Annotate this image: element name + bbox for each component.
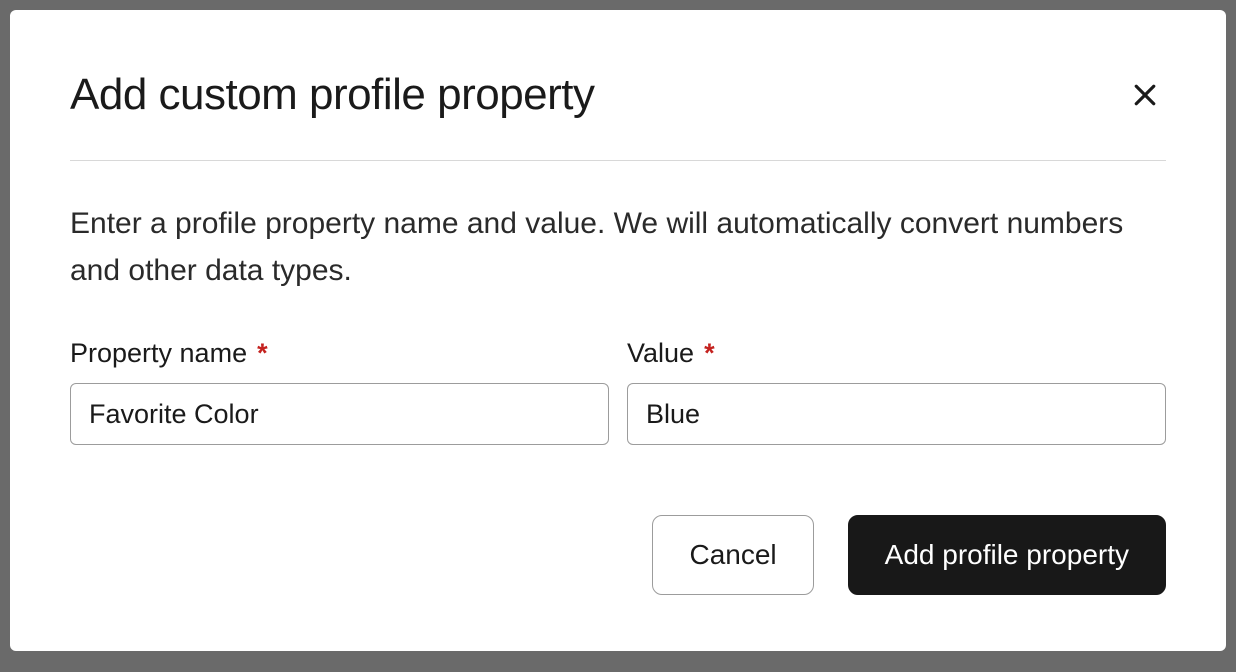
value-label: Value * xyxy=(627,338,1166,369)
modal-footer: Cancel Add profile property xyxy=(70,515,1166,595)
close-button[interactable] xyxy=(1124,74,1166,116)
modal-description: Enter a profile property name and value.… xyxy=(70,201,1166,294)
add-profile-property-button[interactable]: Add profile property xyxy=(848,515,1166,595)
property-name-label-text: Property name xyxy=(70,338,247,369)
required-asterisk-icon: * xyxy=(257,338,268,369)
property-name-label: Property name * xyxy=(70,338,609,369)
form-row: Property name * Value * xyxy=(70,338,1166,445)
modal-title: Add custom profile property xyxy=(70,70,595,120)
add-property-modal: Add custom profile property Enter a prof… xyxy=(10,10,1226,651)
close-icon xyxy=(1130,80,1160,110)
modal-header: Add custom profile property xyxy=(70,70,1166,161)
cancel-button[interactable]: Cancel xyxy=(652,515,813,595)
value-input[interactable] xyxy=(627,383,1166,445)
property-name-input[interactable] xyxy=(70,383,609,445)
value-label-text: Value xyxy=(627,338,694,369)
value-field: Value * xyxy=(627,338,1166,445)
required-asterisk-icon: * xyxy=(704,338,715,369)
property-name-field: Property name * xyxy=(70,338,609,445)
